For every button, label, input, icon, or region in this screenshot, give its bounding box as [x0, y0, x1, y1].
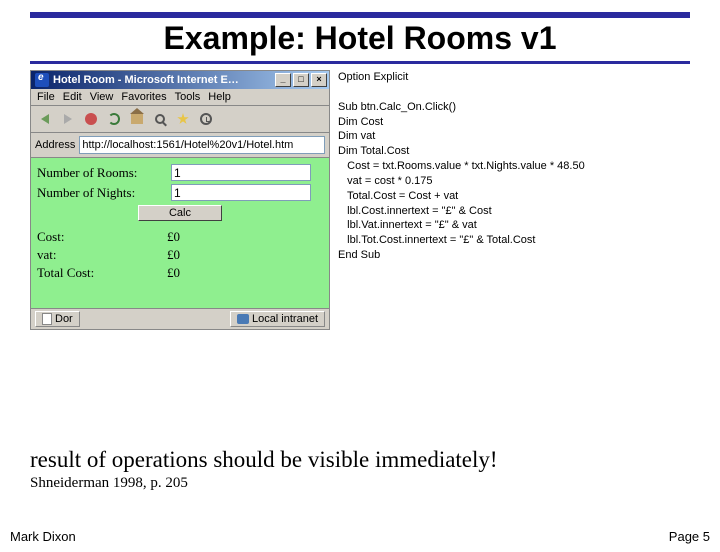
slide-footer: Mark Dixon Page 5: [10, 529, 710, 544]
menu-edit[interactable]: Edit: [63, 91, 82, 103]
stop-icon: [85, 113, 97, 125]
menu-favorites[interactable]: Favorites: [121, 91, 166, 103]
arrow-left-icon: [41, 114, 49, 124]
footer-page: Page 5: [669, 529, 710, 544]
nights-label: Number of Nights:: [37, 185, 167, 201]
cost-label: Cost:: [37, 229, 167, 245]
menu-tools[interactable]: Tools: [175, 91, 201, 103]
maximize-button[interactable]: □: [293, 73, 309, 87]
status-right: Local intranet: [230, 311, 325, 327]
stop-button[interactable]: [81, 109, 101, 129]
refresh-icon: [108, 113, 120, 125]
address-input[interactable]: [79, 136, 325, 154]
bottom-text: result of operations should be visible i…: [30, 447, 498, 492]
code-block: Option Explicit Sub btn.Calc_On.Click() …: [338, 70, 585, 330]
browser-window: Hotel Room - Microsoft Internet E… _ □ ×…: [30, 70, 330, 330]
menu-file[interactable]: File: [37, 91, 55, 103]
browser-toolbar: [31, 106, 329, 133]
nights-row: Number of Nights:: [37, 184, 323, 201]
rooms-input[interactable]: [171, 164, 311, 181]
window-title: Hotel Room - Microsoft Internet E…: [53, 74, 239, 86]
cost-row: Cost: £0: [37, 229, 323, 245]
total-row: Total Cost: £0: [37, 265, 323, 281]
search-button[interactable]: [150, 109, 170, 129]
forward-button[interactable]: [58, 109, 78, 129]
arrow-right-icon: [64, 114, 72, 124]
close-button[interactable]: ×: [311, 73, 327, 87]
browser-menubar: File Edit View Favorites Tools Help: [31, 89, 329, 106]
rooms-label: Number of Rooms:: [37, 165, 167, 181]
nights-input[interactable]: [171, 184, 311, 201]
result-statement: result of operations should be visible i…: [30, 447, 498, 473]
search-icon: [155, 114, 165, 124]
menu-view[interactable]: View: [90, 91, 114, 103]
slide-title-underline: [30, 61, 690, 64]
slide-title: Example: Hotel Rooms v1: [0, 20, 720, 57]
citation: Shneiderman 1998, p. 205: [30, 475, 498, 492]
document-icon: [42, 313, 52, 325]
footer-author: Mark Dixon: [10, 529, 76, 544]
total-value: £0: [167, 265, 180, 281]
total-label: Total Cost:: [37, 265, 167, 281]
browser-page: Number of Rooms: Number of Nights: Calc …: [31, 158, 329, 308]
menu-help[interactable]: Help: [208, 91, 231, 103]
vat-label: vat:: [37, 247, 167, 263]
status-left: Dor: [35, 311, 80, 327]
home-icon: [131, 114, 143, 124]
calc-button[interactable]: Calc: [138, 205, 222, 221]
slide-content: Hotel Room - Microsoft Internet E… _ □ ×…: [0, 70, 720, 330]
back-button[interactable]: [35, 109, 55, 129]
address-bar: Address: [31, 133, 329, 158]
rooms-row: Number of Rooms:: [37, 164, 323, 181]
slide-top-rule: [30, 12, 690, 18]
intranet-icon: [237, 314, 249, 324]
browser-titlebar: Hotel Room - Microsoft Internet E… _ □ ×: [31, 71, 329, 89]
address-label: Address: [35, 139, 75, 151]
vat-row: vat: £0: [37, 247, 323, 263]
ie-icon: [35, 73, 49, 87]
favorites-button[interactable]: [173, 109, 193, 129]
vat-value: £0: [167, 247, 180, 263]
refresh-button[interactable]: [104, 109, 124, 129]
history-icon: [200, 113, 212, 125]
browser-statusbar: Dor Local intranet: [31, 308, 329, 329]
home-button[interactable]: [127, 109, 147, 129]
history-button[interactable]: [196, 109, 216, 129]
star-icon: [177, 113, 189, 125]
minimize-button[interactable]: _: [275, 73, 291, 87]
cost-value: £0: [167, 229, 180, 245]
